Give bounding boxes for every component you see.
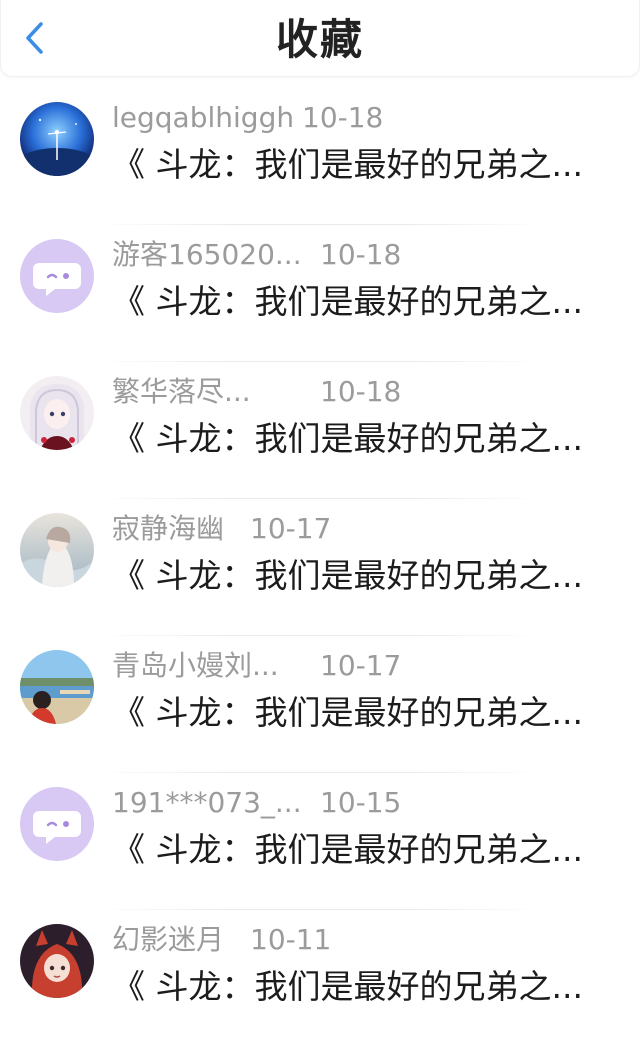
chat-bubble-avatar-icon: [20, 239, 94, 313]
username: legqablhiggh: [112, 101, 295, 134]
list-item[interactable]: 繁华落尽... 10-18 《 斗龙：我们是最好的兄弟之...: [0, 362, 640, 499]
page-title: 收藏: [275, 15, 364, 64]
username: 191***073_...: [112, 786, 302, 819]
username: 繁华落尽...: [112, 375, 251, 408]
anime-girl-avatar-icon: [20, 513, 94, 587]
username: 幻影迷月: [112, 923, 225, 956]
user-avatar: [20, 513, 94, 587]
beach-photo-avatar-icon: [20, 650, 94, 724]
item-meta: 繁华落尽... 10-18: [112, 374, 401, 410]
favorite-title: 《 斗龙：我们是最好的兄弟之...: [112, 419, 583, 458]
item-meta: 寂静海幽 10-17: [112, 511, 331, 547]
favorite-title: 《 斗龙：我们是最好的兄弟之...: [112, 282, 583, 321]
favorite-title: 《 斗龙：我们是最好的兄弟之...: [112, 967, 583, 1006]
date-label: 10-18: [320, 375, 402, 408]
chat-bubble-avatar-icon: [20, 787, 94, 861]
favorite-title: 《 斗龙：我们是最好的兄弟之...: [112, 556, 583, 595]
username: 寂静海幽: [112, 512, 225, 545]
anime-girl-avatar-icon: [20, 924, 94, 998]
date-label: 10-11: [250, 923, 332, 956]
username: 游客165020...: [112, 238, 302, 271]
list-item[interactable]: 191***073_... 10-15 《 斗龙：我们是最好的兄弟之...: [0, 773, 640, 910]
item-meta: 幻影迷月 10-11: [112, 922, 331, 958]
date-label: 10-18: [320, 238, 402, 271]
item-meta: 191***073_... 10-15: [112, 785, 401, 821]
sky-landscape-avatar-icon: [20, 102, 94, 176]
user-avatar: [20, 376, 94, 450]
favorites-list: legqablhiggh 10-18 《 斗龙：我们是最好的兄弟之... 游客1…: [0, 88, 640, 1047]
date-label: 10-17: [320, 649, 402, 682]
list-item[interactable]: 幻影迷月 10-11 《 斗龙：我们是最好的兄弟之...: [0, 910, 640, 1047]
anime-girl-avatar-icon: [20, 376, 94, 450]
item-meta: legqablhiggh 10-18: [112, 100, 383, 136]
user-avatar: [20, 102, 94, 176]
date-label: 10-18: [302, 101, 384, 134]
date-label: 10-15: [320, 786, 402, 819]
user-avatar: [20, 924, 94, 998]
top-nav-bar: 收藏: [0, 0, 640, 77]
favorite-title: 《 斗龙：我们是最好的兄弟之...: [112, 693, 583, 732]
favorite-title: 《 斗龙：我们是最好的兄弟之...: [112, 145, 583, 184]
list-item[interactable]: legqablhiggh 10-18 《 斗龙：我们是最好的兄弟之...: [0, 88, 640, 225]
user-avatar: [20, 239, 94, 313]
user-avatar: [20, 650, 94, 724]
list-item[interactable]: 寂静海幽 10-17 《 斗龙：我们是最好的兄弟之...: [0, 499, 640, 636]
item-meta: 游客165020... 10-18: [112, 237, 401, 273]
favorite-title: 《 斗龙：我们是最好的兄弟之...: [112, 830, 583, 869]
list-item[interactable]: 游客165020... 10-18 《 斗龙：我们是最好的兄弟之...: [0, 225, 640, 362]
item-meta: 青岛小嫚刘... 10-17: [112, 648, 401, 684]
user-avatar: [20, 787, 94, 861]
date-label: 10-17: [250, 512, 332, 545]
username: 青岛小嫚刘...: [112, 649, 279, 682]
list-item[interactable]: 青岛小嫚刘... 10-17 《 斗龙：我们是最好的兄弟之...: [0, 636, 640, 773]
